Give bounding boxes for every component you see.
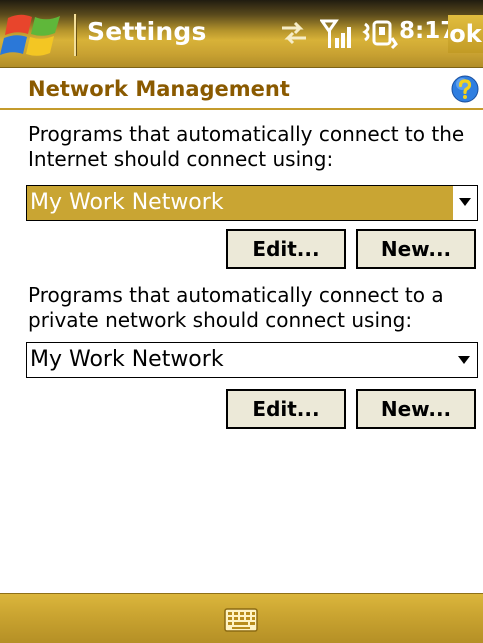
private-connection-label: Programs that automatically connect to a… bbox=[28, 283, 444, 332]
internet-network-dropdown[interactable]: My Work Network bbox=[26, 185, 478, 221]
internet-edit-button[interactable]: Edit... bbox=[226, 229, 346, 269]
connectivity-icon[interactable] bbox=[278, 18, 310, 48]
settings-screen: Settings 8:17 ok Network Management Prog… bbox=[0, 0, 483, 643]
help-icon[interactable] bbox=[451, 75, 479, 103]
chevron-down-icon bbox=[459, 198, 471, 206]
start-menu-icon[interactable] bbox=[0, 8, 74, 62]
ok-button[interactable]: ok bbox=[448, 15, 483, 53]
private-network-dropdown[interactable]: My Work Network bbox=[26, 342, 478, 378]
page-title: Network Management bbox=[28, 77, 290, 101]
vibrate-icon[interactable] bbox=[362, 18, 398, 50]
signal-strength-icon[interactable] bbox=[319, 18, 354, 50]
keyboard-icon[interactable] bbox=[224, 608, 258, 632]
title-bar: Settings 8:17 ok bbox=[0, 0, 483, 68]
chevron-down-icon[interactable] bbox=[458, 356, 470, 364]
dropdown-button[interactable] bbox=[453, 186, 477, 220]
private-edit-button[interactable]: Edit... bbox=[226, 389, 346, 429]
internet-connection-label: Programs that automatically connect to t… bbox=[28, 122, 465, 171]
private-new-button[interactable]: New... bbox=[356, 389, 476, 429]
app-title: Settings bbox=[87, 17, 207, 46]
header-divider bbox=[0, 108, 483, 110]
title-divider bbox=[74, 14, 76, 56]
private-network-value: My Work Network bbox=[30, 347, 224, 372]
page-header: Network Management bbox=[0, 67, 483, 107]
internet-network-value: My Work Network bbox=[30, 190, 224, 215]
bottom-menu-bar bbox=[0, 593, 483, 643]
internet-new-button[interactable]: New... bbox=[356, 229, 476, 269]
